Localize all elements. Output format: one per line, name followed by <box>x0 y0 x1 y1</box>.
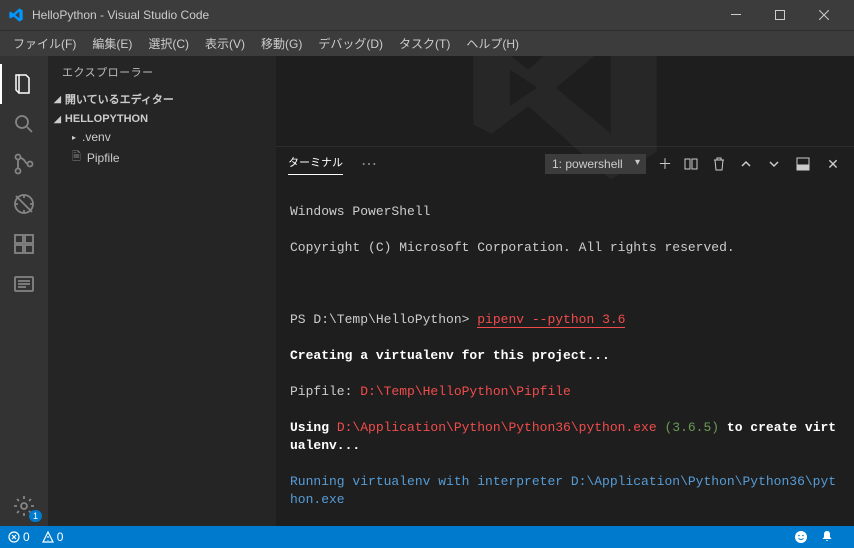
terminal-select[interactable]: 1: powershell <box>545 154 646 174</box>
vscode-watermark-icon <box>455 56 675 198</box>
chevron-up-icon[interactable] <box>740 158 758 170</box>
close-button[interactable] <box>802 0 846 30</box>
chevron-down-icon: ◢ <box>54 114 61 125</box>
activity-scm-icon[interactable] <box>0 144 48 184</box>
file-icon: 🗎 <box>72 148 81 167</box>
statusbar: 0 0 <box>0 526 854 548</box>
status-feedback-icon[interactable] <box>794 530 808 544</box>
tree-folder-venv[interactable]: ▸ .venv <box>48 128 276 146</box>
menu-view[interactable]: 表示(V) <box>198 32 252 55</box>
editor-area: ターミナル ⋯ 1: powershell ＋ <box>276 56 854 526</box>
sidebar-title: エクスプローラー <box>48 56 276 88</box>
sidebar-section-workspace[interactable]: ◢ HELLOPYTHON <box>48 110 276 128</box>
term-line: Creating a virtualenv for this project..… <box>290 347 840 365</box>
maximize-panel-icon[interactable] <box>796 157 814 171</box>
menu-task[interactable]: タスク(T) <box>392 32 457 55</box>
menu-edit[interactable]: 編集(E) <box>85 32 139 55</box>
status-errors[interactable]: 0 <box>8 530 30 544</box>
file-label: Pipfile <box>87 151 120 165</box>
tab-terminal[interactable]: ターミナル <box>288 154 343 175</box>
sidebar: エクスプローラー ◢ 開いているエディター ◢ HELLOPYTHON ▸ .v… <box>48 56 276 526</box>
menu-debug[interactable]: デバッグ(D) <box>311 32 390 55</box>
chevron-down-icon[interactable] <box>768 158 786 170</box>
trash-icon[interactable] <box>712 157 730 171</box>
sidebar-section-open-editors[interactable]: ◢ 開いているエディター <box>48 88 276 110</box>
main-area: 1 エクスプローラー ◢ 開いているエディター ◢ HELLOPYTHON ▸ … <box>0 56 854 526</box>
window-title: HelloPython - Visual Studio Code <box>32 8 714 22</box>
activity-extensions-icon[interactable] <box>0 224 48 264</box>
activity-explorer-icon[interactable] <box>0 64 48 104</box>
term-line: Using D:\Application\Python\Python36\pyt… <box>290 419 840 455</box>
settings-badge: 1 <box>29 510 42 522</box>
menu-move[interactable]: 移動(G) <box>254 32 309 55</box>
term-line: Running virtualenv with interpreter D:\A… <box>290 473 840 509</box>
menubar: ファイル(F) 編集(E) 選択(C) 表示(V) 移動(G) デバッグ(D) … <box>0 30 854 56</box>
chevron-down-icon: ◢ <box>54 94 61 105</box>
menu-select[interactable]: 選択(C) <box>141 32 196 55</box>
editor-blank <box>276 56 854 146</box>
term-line: Pipfile: D:\Temp\HelloPython\Pipfile <box>290 383 840 401</box>
activity-search-icon[interactable] <box>0 104 48 144</box>
activity-debug-icon[interactable] <box>0 184 48 224</box>
term-line: PS D:\Temp\HelloPython> pipenv --python … <box>290 311 840 329</box>
status-bell-icon[interactable] <box>820 530 834 544</box>
chevron-right-icon: ▸ <box>72 133 76 142</box>
maximize-button[interactable] <box>758 0 802 30</box>
vscode-icon <box>8 7 24 23</box>
menu-file[interactable]: ファイル(F) <box>6 32 83 55</box>
close-panel-icon[interactable]: ✕ <box>824 156 842 173</box>
terminal-body[interactable]: Windows PowerShell Copyright (C) Microso… <box>276 181 854 526</box>
menu-help[interactable]: ヘルプ(H) <box>459 32 526 55</box>
status-warnings[interactable]: 0 <box>42 530 64 544</box>
panel-more-icon[interactable]: ⋯ <box>361 154 377 174</box>
term-line: Copyright (C) Microsoft Corporation. All… <box>290 239 840 257</box>
activity-output-icon[interactable] <box>0 264 48 304</box>
open-editors-label: 開いているエディター <box>65 91 174 107</box>
titlebar: HelloPython - Visual Studio Code <box>0 0 854 30</box>
term-line: Windows PowerShell <box>290 203 840 221</box>
folder-label: .venv <box>82 130 111 144</box>
panel: ターミナル ⋯ 1: powershell ＋ <box>276 146 854 526</box>
activity-settings-icon[interactable]: 1 <box>0 486 48 526</box>
split-terminal-icon[interactable] <box>684 157 702 171</box>
minimize-button[interactable] <box>714 0 758 30</box>
activity-bar: 1 <box>0 56 48 526</box>
workspace-label: HELLOPYTHON <box>65 113 148 125</box>
tree-file-pipfile[interactable]: 🗎 Pipfile <box>48 146 276 169</box>
